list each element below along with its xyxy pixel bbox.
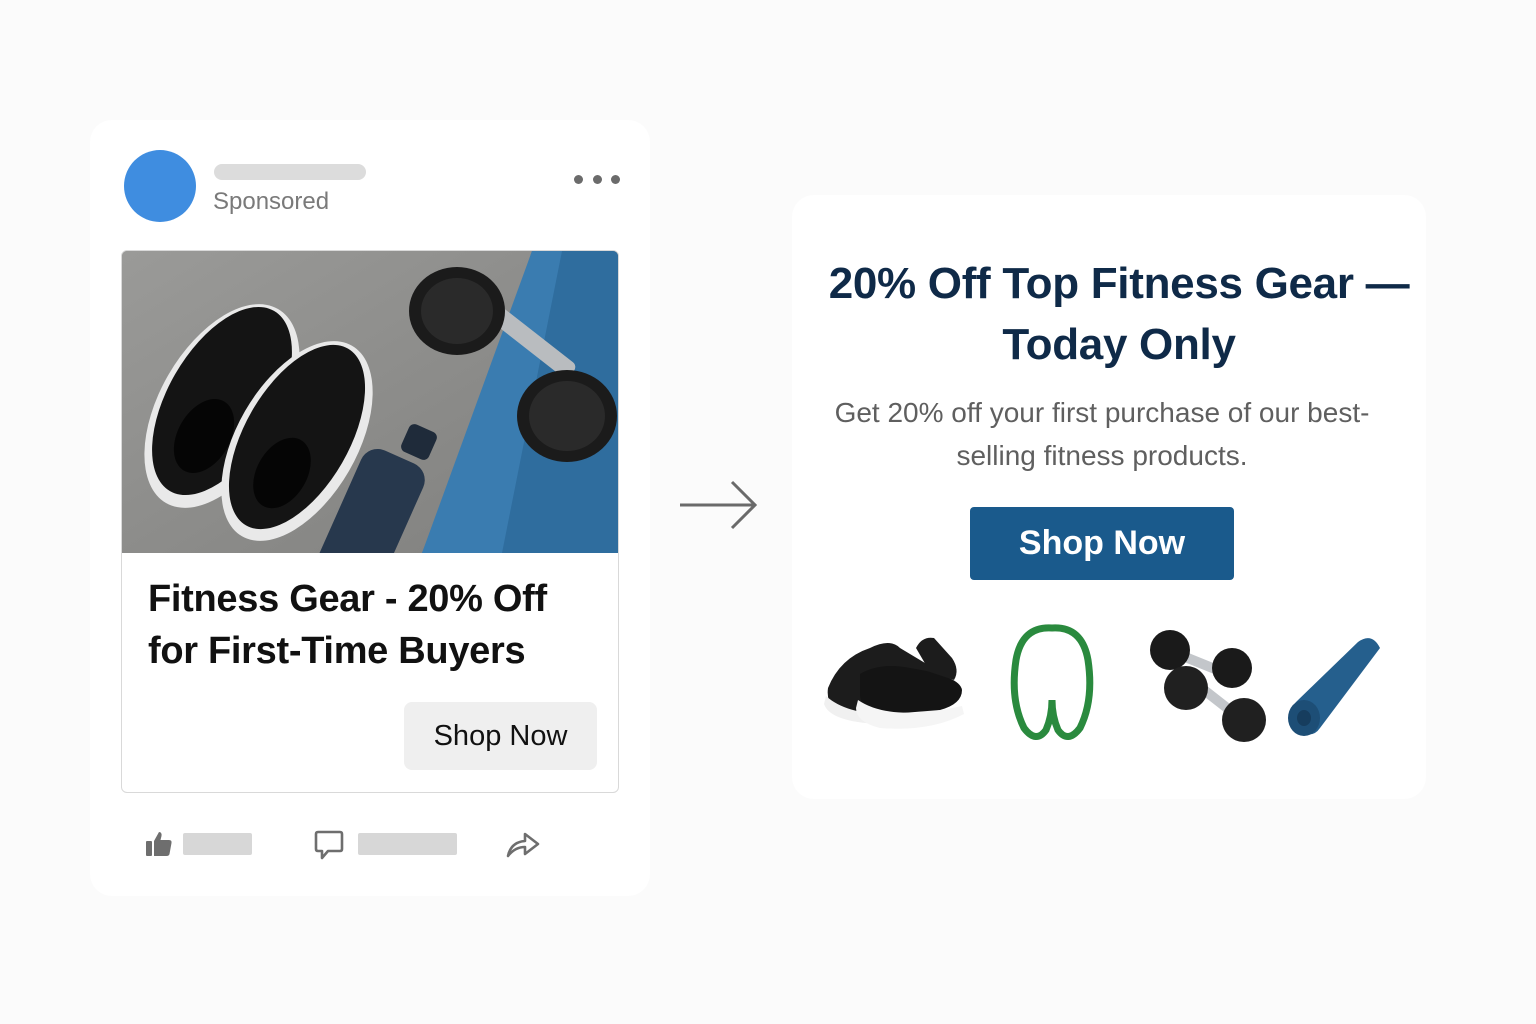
comment-icon[interactable]	[314, 829, 344, 861]
like-icon[interactable]	[145, 830, 173, 858]
sponsored-post-card: Sponsored Fitness Gear - 20% Off for Fir…	[90, 120, 650, 896]
ad-headline: Fitness Gear - 20% Off for First-Time Bu…	[148, 578, 547, 672]
dumbbells-icon[interactable]	[1148, 624, 1268, 742]
sponsored-label: Sponsored	[213, 188, 330, 215]
ad-product-photo	[122, 251, 618, 553]
avatar[interactable]	[124, 150, 196, 222]
landing-page-card: 20% Off Top Fitness Gear — Today Only Ge…	[792, 195, 1426, 799]
arrow-right-icon	[680, 480, 758, 530]
shop-now-button[interactable]: Shop Now	[404, 702, 597, 770]
ad-creative[interactable]: Fitness Gear - 20% Off for First-Time Bu…	[121, 250, 619, 793]
post-actions-bar	[90, 820, 650, 870]
share-icon[interactable]	[505, 830, 541, 860]
landing-headline: 20% Off Top Fitness Gear — Today Only	[828, 259, 1410, 369]
landing-shop-now-button[interactable]: Shop Now	[970, 507, 1234, 580]
sneakers-icon[interactable]	[820, 618, 970, 738]
account-name-placeholder	[214, 164, 366, 180]
resistance-band-icon[interactable]	[1010, 624, 1094, 740]
yoga-mat-icon[interactable]	[1276, 622, 1386, 742]
like-count-placeholder	[183, 833, 252, 855]
comment-count-placeholder	[358, 833, 457, 855]
more-options-icon[interactable]	[574, 166, 620, 192]
product-icons-row	[792, 610, 1426, 750]
landing-subtext: Get 20% off your first purchase of our b…	[834, 397, 1370, 471]
